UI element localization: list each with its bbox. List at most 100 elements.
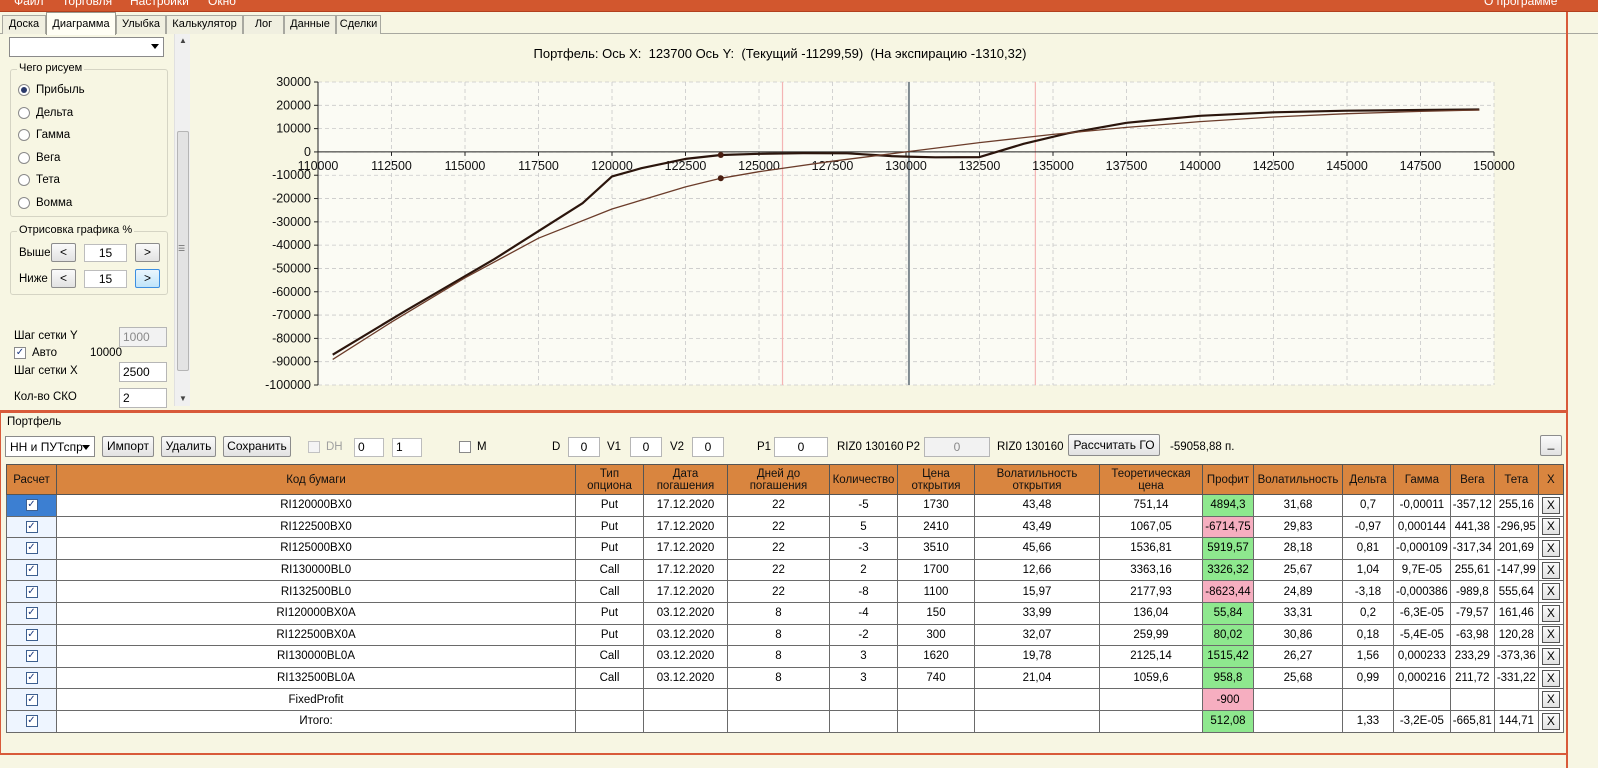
delete-row-button[interactable]: X — [1541, 539, 1560, 557]
tab-board[interactable]: Доска — [2, 15, 46, 34]
table-row[interactable]: ✓ RI125000BX0 Put 17.12.2020 22 -3 3510 45,66 15… — [6, 537, 1564, 560]
table-row[interactable]: ✓ Итого: 512,08 1,33 -3,2E-05 -665,81 144,71 X — [6, 709, 1564, 733]
calc-checkbox[interactable]: ✓ — [25, 715, 38, 728]
column-header[interactable]: Тета — [1493, 464, 1539, 495]
calc-checkbox[interactable]: ✓ — [25, 650, 38, 663]
column-header[interactable]: Теоретическая цена — [1099, 464, 1203, 495]
calc-checkbox[interactable]: ✓ — [25, 672, 38, 685]
radio-gamma[interactable]: Гамма — [18, 127, 70, 143]
delete-row-button[interactable]: X — [1541, 518, 1560, 536]
column-header[interactable]: Дельта — [1342, 464, 1394, 495]
column-header[interactable]: Дата погашения — [643, 464, 728, 495]
grid-step-x-input[interactable]: 2500 — [119, 362, 167, 382]
tab-diagram[interactable]: Диаграмма — [46, 12, 116, 35]
menu-item-trading[interactable]: Торговля — [62, 0, 112, 8]
above-increase-button[interactable]: > — [135, 243, 160, 262]
delete-button[interactable]: Удалить — [161, 436, 216, 457]
calc-checkbox[interactable]: ✓ — [25, 542, 38, 555]
collapse-button[interactable]: _ — [1540, 435, 1562, 456]
below-value[interactable]: 15 — [84, 270, 127, 288]
sko-input[interactable]: 2 — [119, 388, 167, 408]
table-row[interactable]: ✓ RI132500BL0A Call 03.12.2020 8 3 740 21,04 105… — [6, 666, 1564, 690]
save-button[interactable]: Сохранить — [223, 436, 291, 457]
calc-checkbox[interactable]: ✓ — [25, 693, 38, 706]
calc-cell[interactable]: ✓ — [6, 537, 57, 560]
column-header[interactable]: Вега — [1449, 464, 1495, 495]
column-header[interactable]: Профит — [1202, 464, 1254, 495]
table-row[interactable]: ✓ RI130000BL0A Call 03.12.2020 8 3 1620 19,78 21… — [6, 645, 1564, 668]
tab-log[interactable]: Лог — [243, 15, 284, 34]
radio-vomma[interactable]: Вомма — [18, 195, 72, 211]
below-increase-button[interactable]: > — [135, 269, 160, 288]
calc-cell[interactable]: ✓ — [6, 580, 57, 603]
column-header[interactable]: Цена открытия — [897, 464, 975, 495]
radio-vega[interactable]: Вега — [18, 150, 60, 166]
column-header[interactable]: Дней до погашения — [727, 464, 830, 495]
menu-item-window[interactable]: Окно — [208, 0, 236, 8]
delete-row-button[interactable]: X — [1541, 496, 1560, 514]
calc-cell[interactable]: ✓ — [6, 688, 57, 711]
table-row[interactable]: ✓ RI120000BX0A Put 03.12.2020 8 -4 150 33,99 136… — [6, 601, 1564, 625]
calculate-go-button[interactable]: Рассчитать ГО — [1068, 434, 1160, 456]
delete-row-button[interactable]: X — [1541, 583, 1560, 601]
profit-chart[interactable]: 3000020000100000-10000-20000-30000-40000… — [192, 36, 1568, 408]
portfolio-selector[interactable]: НН и ПУТспр — [5, 436, 95, 457]
v2-input[interactable]: 0 — [692, 437, 724, 457]
dh-spin-2[interactable]: 1 — [392, 438, 422, 457]
p2-input[interactable]: 0 — [924, 437, 990, 457]
calc-cell[interactable]: ✓ — [6, 623, 57, 647]
scroll-up-icon[interactable]: ▲ — [175, 34, 191, 48]
menu-item-settings[interactable]: Настройки — [130, 0, 189, 8]
calc-cell[interactable]: ✓ — [6, 558, 57, 582]
calc-cell[interactable]: ✓ — [6, 601, 57, 625]
panel-splitter[interactable] — [0, 410, 1566, 413]
column-header[interactable]: Гамма — [1393, 464, 1451, 495]
table-row[interactable]: ✓ RI122500BX0A Put 03.12.2020 8 -2 300 32,07 259… — [6, 623, 1564, 647]
m-checkbox[interactable] — [459, 441, 471, 453]
radio-delta[interactable]: Дельта — [18, 105, 73, 121]
menu-item-about[interactable]: О программе — [1484, 0, 1557, 8]
delete-row-button[interactable]: X — [1541, 604, 1560, 622]
calc-cell[interactable]: ✓ — [6, 709, 57, 733]
column-header[interactable]: Тип опциона — [575, 464, 644, 495]
calc-cell[interactable]: ✓ — [6, 494, 57, 517]
dh-checkbox[interactable] — [308, 441, 320, 453]
table-row[interactable]: ✓ RI130000BL0 Call 17.12.2020 22 2 1700 12,66 33… — [6, 558, 1564, 582]
calc-cell[interactable]: ✓ — [6, 645, 57, 668]
delete-row-button[interactable]: X — [1541, 626, 1560, 644]
d-input[interactable]: 0 — [568, 437, 600, 457]
delete-row-button[interactable]: X — [1541, 669, 1560, 687]
tab-deals[interactable]: Сделки — [336, 15, 381, 34]
table-row[interactable]: ✓ RI122500BX0 Put 17.12.2020 22 5 2410 43,49 106… — [6, 515, 1564, 539]
column-header[interactable]: Расчет — [6, 464, 57, 495]
column-header[interactable]: Код бумаги — [56, 464, 576, 495]
calc-cell[interactable]: ✓ — [6, 515, 57, 539]
tab-smile[interactable]: Улыбка — [116, 15, 166, 34]
p1-input[interactable]: 0 — [774, 437, 828, 457]
settings-scrollbar[interactable]: ▲ ☰ ▼ — [174, 34, 190, 406]
calc-checkbox[interactable]: ✓ — [25, 607, 38, 620]
menu-item-file[interactable]: Файл — [14, 0, 44, 8]
column-header[interactable]: Волатильность — [1253, 464, 1343, 495]
table-row[interactable]: ✓ FixedProfit -900 X — [6, 688, 1564, 711]
column-header[interactable]: Количество — [829, 464, 898, 495]
chart-source-combo[interactable] — [9, 37, 164, 57]
auto-checkbox[interactable]: ✓ — [14, 347, 26, 359]
calc-checkbox[interactable]: ✓ — [25, 520, 38, 533]
grid-step-y-input[interactable]: 1000 — [119, 327, 167, 347]
v1-input[interactable]: 0 — [630, 437, 662, 457]
delete-row-button[interactable]: X — [1541, 691, 1560, 709]
below-decrease-button[interactable]: < — [51, 269, 76, 288]
table-row[interactable]: ✓ RI132500BL0 Call 17.12.2020 22 -8 1100 15,97 2… — [6, 580, 1564, 603]
import-button[interactable]: Импорт — [102, 436, 154, 457]
calc-checkbox[interactable]: ✓ — [25, 628, 38, 641]
scroll-down-icon[interactable]: ▼ — [175, 392, 191, 406]
calc-checkbox[interactable]: ✓ — [25, 564, 38, 577]
radio-profit[interactable]: Прибыль — [18, 82, 85, 98]
delete-row-button[interactable]: X — [1541, 647, 1560, 665]
calc-cell[interactable]: ✓ — [6, 666, 57, 690]
radio-theta[interactable]: Тета — [18, 172, 60, 188]
tab-data[interactable]: Данные — [284, 15, 336, 34]
above-value[interactable]: 15 — [84, 244, 127, 262]
calc-checkbox[interactable]: ✓ — [25, 585, 38, 598]
